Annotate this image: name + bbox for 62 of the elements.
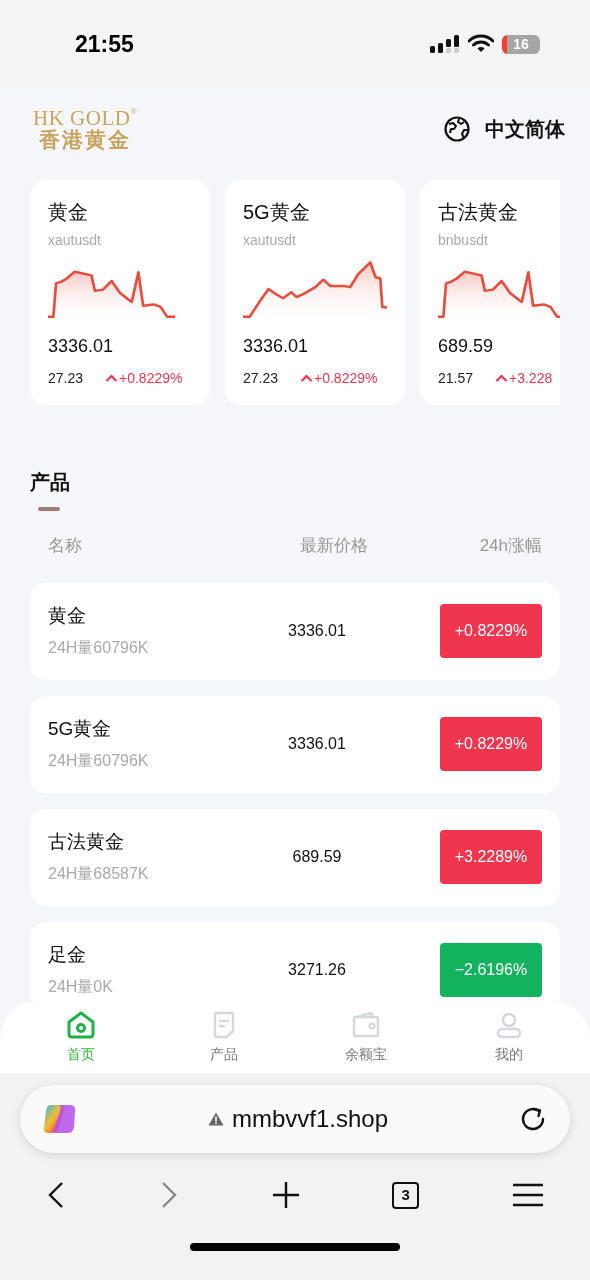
ticker-volume: 27.23 bbox=[48, 369, 85, 388]
signal-icon bbox=[430, 34, 460, 54]
ticker-change: +0.8229% bbox=[314, 369, 378, 388]
back-icon[interactable] bbox=[46, 1181, 66, 1209]
ticker-name: 黄金 bbox=[48, 200, 89, 224]
ticker-volume: 21.57 bbox=[438, 369, 475, 388]
product-volume: 24H量60796K bbox=[48, 751, 150, 772]
ticker-name: 5G黄金 bbox=[243, 200, 311, 224]
tab-item[interactable]: 余额宝 bbox=[326, 1010, 407, 1073]
change-badge: −2.6196% bbox=[440, 943, 542, 997]
ticker-price: 3336.01 bbox=[243, 335, 310, 358]
tabs-button[interactable]: 3 bbox=[392, 1181, 420, 1209]
ticker-card[interactable]: 古法黄金 bnbusdt 689.59 21.57 +3.228 bbox=[420, 180, 560, 405]
product-volume: 24H量0K bbox=[48, 977, 114, 998]
product-name: 足金 bbox=[48, 942, 87, 967]
wifi-icon bbox=[468, 34, 494, 54]
product-row[interactable]: 足金 24H量0K 3271.26 −2.6196% bbox=[30, 921, 560, 1000]
product-price: 3336.01 bbox=[287, 734, 347, 754]
ticker-card[interactable]: 5G黄金 xautusdt 3336.01 27.23 +0.8229% bbox=[225, 180, 405, 405]
product-row[interactable]: 古法黄金 24H量68587K 689.59 +3.2289% bbox=[30, 808, 560, 906]
product-name: 5G黄金 bbox=[48, 716, 113, 741]
change-badge: +0.8229% bbox=[440, 717, 542, 771]
product-row[interactable]: 5G黄金 24H量60796K 3336.01 +0.8229% bbox=[30, 695, 560, 793]
warning-icon bbox=[207, 1112, 224, 1126]
ticker-volume: 27.23 bbox=[243, 369, 280, 388]
column-header: 名称 bbox=[48, 535, 83, 557]
ticker-change: +3.228 bbox=[509, 369, 553, 388]
column-header: 最新价格 bbox=[300, 535, 369, 557]
product-volume: 24H量68587K bbox=[48, 864, 150, 885]
ticker-name: 古法黄金 bbox=[438, 200, 519, 224]
ticker-symbol: bnbusdt bbox=[438, 231, 489, 250]
section-title: 产品 bbox=[30, 470, 71, 495]
ticker-price: 3336.01 bbox=[48, 335, 115, 358]
change-badge: +0.8229% bbox=[440, 604, 542, 658]
home-icon bbox=[66, 1010, 97, 1040]
column-header: 24h涨幅 bbox=[479, 535, 542, 557]
language-selector[interactable]: 中文简体 bbox=[444, 114, 565, 144]
product-row[interactable]: 黄金 24H量60796K 3336.01 +0.8229% bbox=[30, 582, 560, 680]
product-name: 古法黄金 bbox=[48, 829, 125, 854]
new-tab-icon[interactable] bbox=[271, 1181, 300, 1209]
globe-icon bbox=[444, 116, 470, 142]
ticker-symbol: xautusdt bbox=[48, 231, 102, 250]
ticker-card[interactable]: 黄金 xautusdt 3336.01 27.23 +0.8229% bbox=[30, 180, 210, 405]
product-price: 3271.26 bbox=[287, 960, 347, 980]
tab-item[interactable]: 我的 bbox=[468, 1010, 549, 1073]
copilot-icon[interactable] bbox=[42, 1103, 78, 1135]
status-time: 21:55 bbox=[75, 29, 134, 59]
tab-item[interactable]: 产品 bbox=[183, 1010, 264, 1073]
change-badge: +3.2289% bbox=[440, 830, 542, 884]
battery-icon: 16 bbox=[502, 34, 540, 54]
ticker-symbol: xautusdt bbox=[243, 231, 297, 250]
logo: HK GOLD® 香港黄金 bbox=[33, 107, 137, 151]
url-text: mmbvvf1.shop bbox=[231, 1104, 389, 1134]
product-price: 689.59 bbox=[291, 847, 343, 867]
product-name: 黄金 bbox=[48, 603, 87, 628]
ticker-price: 689.59 bbox=[438, 335, 495, 358]
product-price: 3336.01 bbox=[287, 621, 347, 641]
menu-icon[interactable] bbox=[512, 1183, 544, 1207]
product-volume: 24H量60796K bbox=[48, 638, 150, 659]
ticker-change: +0.8229% bbox=[119, 369, 183, 388]
address-bar[interactable]: mmbvvf1.shop bbox=[20, 1085, 570, 1153]
wallet-icon bbox=[351, 1010, 382, 1040]
